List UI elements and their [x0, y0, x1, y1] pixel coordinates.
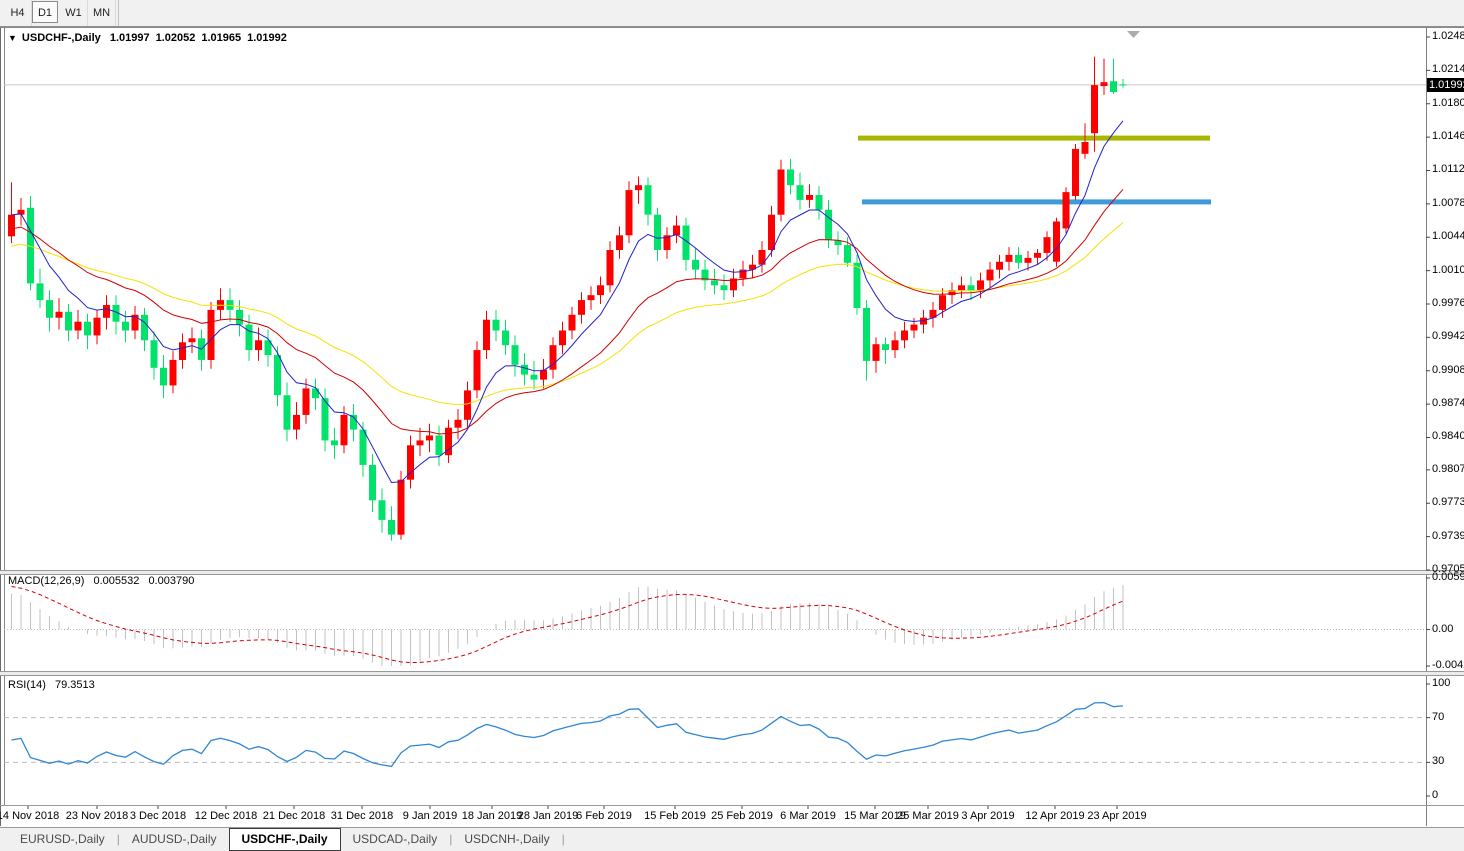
price-tick-label: 0.98400 [1432, 430, 1464, 443]
macd-histogram [11, 585, 1124, 666]
current-price-tag: 1.01992 [1427, 77, 1464, 92]
date-tick-label: 12 Apr 2019 [1025, 810, 1085, 822]
price-tick-label: 1.01800 [1432, 96, 1464, 109]
price-tick-label: 0.99420 [1432, 330, 1464, 343]
macd-tick-label: -0.004244 [1432, 659, 1464, 671]
rsi-tick-label: 0 [1432, 789, 1439, 801]
macd-name: MACD(12,26,9) [8, 575, 85, 587]
mt4-window: H4 D1 W1 MN ▼ USDCHF-,Daily 1.01997 1.02052 1.… [0, 0, 1464, 851]
date-tick-label: 18 Jan 2019 [461, 810, 523, 822]
date-tick-label: 6 Feb 2019 [576, 810, 632, 822]
date-tick-label: 15 Feb 2019 [644, 810, 706, 822]
price-tick-label: 1.02480 [1432, 30, 1464, 42]
price-tick-label: 1.00780 [1432, 196, 1464, 209]
price-tick-label: 1.01460 [1432, 130, 1464, 143]
rsi-tick-label: 100 [1432, 677, 1451, 689]
macd-indicator-label: MACD(12,26,9) 0.005532 0.003790 [8, 575, 200, 587]
rsi-value: 79.3513 [54, 679, 95, 691]
price-tick-label: 0.99080 [1432, 363, 1464, 376]
chart-symbol-label: USDCHF-,Daily [21, 32, 101, 44]
date-tick-label: 28 Jan 2019 [517, 810, 579, 822]
price-tick-label: 0.97730 [1432, 496, 1464, 509]
macd-signal-value: 0.003790 [148, 575, 195, 587]
macd-tick-label: 0.005997 [1432, 571, 1464, 583]
price-tick-label: 0.97390 [1432, 529, 1464, 542]
ohlc-high: 1.02052 [155, 32, 196, 44]
trendline-horizontal [862, 199, 1211, 205]
price-tick-label: 0.98740 [1432, 397, 1464, 410]
chart-canvas [0, 27, 1464, 826]
symbol-tab-bar: EURUSD-,Daily | AUDUSD-,Daily USDCHF-,Daily… [0, 827, 1464, 851]
collapse-arrow-icon[interactable]: ▼ [8, 33, 17, 43]
chart-tab-usdcad[interactable]: USDCAD-,Daily [341, 828, 450, 851]
price-tick-label: 0.99760 [1432, 296, 1464, 309]
date-tick-label: 31 Dec 2018 [330, 810, 394, 822]
chart-tab-usdchf[interactable]: USDCHF-,Daily [228, 828, 341, 851]
panel-divider [0, 672, 1464, 675]
macd-tick-label: 0.00 [1432, 622, 1454, 635]
rsi-tick-label: 70 [1432, 710, 1445, 723]
chart-tab-usdcnh[interactable]: USDCNH-,Daily [452, 828, 561, 851]
rsi-line [11, 701, 1124, 768]
date-tick-label: 25 Mar 2019 [897, 810, 959, 822]
price-tick-label: 1.00100 [1432, 263, 1464, 276]
ohlc-open: 1.01997 [109, 32, 150, 44]
ohlc-low: 1.01965 [201, 32, 242, 44]
date-tick-label: 3 Apr 2019 [961, 810, 1015, 822]
tab-separator: | [561, 832, 565, 846]
macd-main-value: 0.005532 [93, 575, 140, 587]
chart-tab-eurusd[interactable]: EURUSD-,Daily [8, 828, 117, 851]
trendline-horizontal [858, 135, 1210, 141]
moving-average-mid [11, 188, 1124, 435]
panel-divider [0, 571, 1464, 574]
date-tick-label: 9 Jan 2019 [402, 810, 458, 822]
price-tick-label: 1.00440 [1432, 230, 1464, 243]
date-tick-label: 23 Nov 2018 [65, 810, 129, 822]
date-tick-label: 3 Dec 2018 [129, 810, 187, 822]
price-tick-label: 0.98070 [1432, 462, 1464, 475]
price-tick-label: 1.02140 [1432, 63, 1464, 76]
price-tick-label: 1.01120 [1432, 163, 1464, 176]
date-tick-label: 6 Mar 2019 [780, 810, 836, 822]
date-tick-label: 23 Apr 2019 [1087, 810, 1147, 822]
ohlc-close: 1.01992 [247, 32, 287, 44]
date-tick-label: 12 Dec 2018 [194, 810, 258, 822]
chart-title: ▼ USDCHF-,Daily 1.01997 1.02052 1.01965 1.01… [8, 32, 293, 44]
macd-signal-line [11, 586, 1124, 664]
date-tick-label: 25 Feb 2019 [711, 810, 773, 822]
rsi-indicator-label: RSI(14) 79.3513 [8, 679, 101, 691]
date-tick-label: 14 Nov 2018 [0, 810, 60, 822]
chart-tab-audusd[interactable]: AUDUSD-,Daily [120, 828, 229, 851]
moving-average-fast [11, 120, 1124, 484]
rsi-name: RSI(14) [8, 679, 46, 691]
date-tick-label: 21 Dec 2018 [262, 810, 326, 822]
chart-shift-marker-icon [1127, 31, 1140, 38]
rsi-tick-label: 30 [1432, 755, 1445, 768]
